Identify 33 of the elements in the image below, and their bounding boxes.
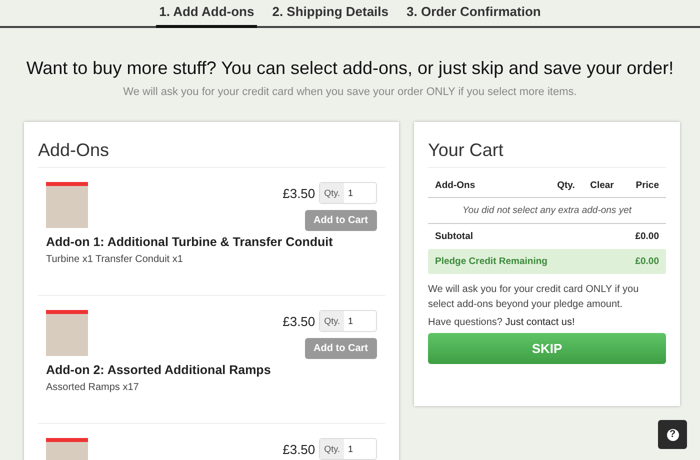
step-tab[interactable]: 1. Add Add-ons xyxy=(156,4,258,28)
credit-card-note: We will ask you for your credit card ONLY if you select add-ons beyond your pledge amount. xyxy=(428,283,640,312)
qty-field[interactable]: Qty. 1 xyxy=(319,310,377,332)
qty-field[interactable]: Qty. 1 xyxy=(319,182,377,204)
addon-title: Add-on 2: Assorted Additional Ramps xyxy=(46,363,272,377)
headline: Want to buy more stuff? You can select add-ons, or just skip and save your order! xyxy=(25,58,675,79)
credit-value: £0.00 xyxy=(635,256,659,267)
addon-contents: Turbine x1 Transfer Conduit x1 xyxy=(46,254,184,265)
photo-placeholder xyxy=(46,310,88,356)
addon-price: £3.50 xyxy=(282,314,316,328)
subtotal-label: Subtotal xyxy=(435,231,473,242)
step-tab[interactable]: 2. Shipping Details xyxy=(269,4,392,28)
credit-label: Pledge Credit Remaining xyxy=(435,256,548,267)
column-header: Add-Ons xyxy=(435,180,476,191)
addon-price: £3.50 xyxy=(282,442,316,456)
photo-placeholder xyxy=(46,182,88,228)
column-header: Price xyxy=(634,180,659,191)
step-tab[interactable]: 3. Order Confirmation xyxy=(404,4,544,28)
subheadline: We will ask you for your credit card when you save your order ONLY if you select more items. xyxy=(122,86,578,98)
panel-title: Add-Ons xyxy=(38,122,385,168)
column-header: Qty. xyxy=(556,180,576,191)
addon-contents: Assorted Ramps x17 xyxy=(46,382,140,393)
empty-cart-message: You did not select any extra add-ons yet xyxy=(428,198,666,224)
help-icon: ? xyxy=(666,428,678,440)
panel-title: Your Cart xyxy=(428,122,666,168)
column-header: Clear xyxy=(589,180,615,191)
addon-title: Add-on 1: Additional Turbine & Transfer Conduit xyxy=(46,235,334,249)
qty-field[interactable]: Qty. 1 xyxy=(319,438,377,460)
contact-link[interactable]: Just contact us! xyxy=(505,317,575,328)
addon-price: £3.50 xyxy=(282,186,316,200)
subtotal-value: £0.00 xyxy=(635,231,659,242)
help-button[interactable]: ? xyxy=(658,420,687,449)
questions-text: Have questions? Just contact us! xyxy=(428,317,576,328)
